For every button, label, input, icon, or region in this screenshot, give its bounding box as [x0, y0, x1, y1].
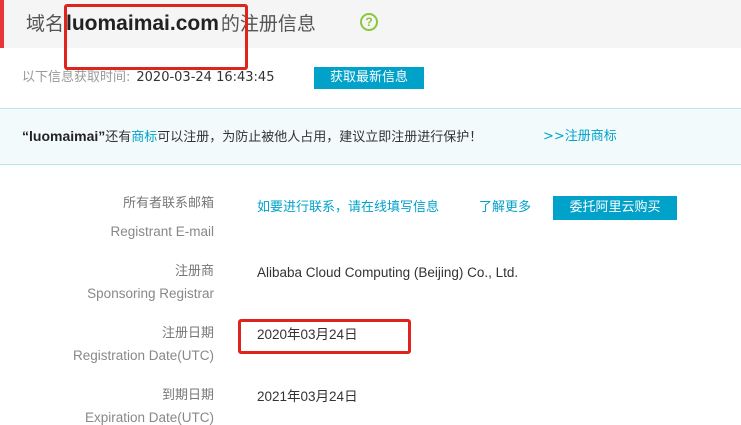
- expiration-date-value: 2021年03月24日: [257, 389, 358, 404]
- title-prefix: 域名: [26, 13, 65, 35]
- registration-date-label: 注册日期 Registration Date(UTC): [73, 323, 214, 367]
- label-cn: 到期日期: [161, 388, 214, 403]
- label-en: Registrant E-mail: [110, 224, 214, 239]
- domain-info-page: 域名luomaimai.com 的注册信息 ? 以下信息获取时间: 2020-03-…: [0, 0, 741, 425]
- label-en: Registration Date(UTC): [72, 348, 214, 363]
- domain-highlight-box: [64, 4, 248, 70]
- header-accent-bar: [0, 0, 4, 48]
- learn-more-link[interactable]: 了解更多: [479, 198, 531, 218]
- notice-text-before: 还有: [105, 130, 132, 145]
- notice-domain: “luomaimai”: [22, 128, 106, 144]
- register-trademark-link[interactable]: >>注册商标: [543, 109, 617, 164]
- entrust-aliyun-buy-button[interactable]: 委托阿里云购买: [553, 196, 677, 220]
- label-cn: 注册日期: [161, 326, 214, 341]
- registration-date-highlight-box: [238, 319, 411, 354]
- fetch-time-value: 2020-03-24 16:43:45: [136, 70, 275, 85]
- fetch-time-label: 以下信息获取时间:: [22, 70, 131, 85]
- label-en: Sponsoring Registrar: [87, 286, 214, 301]
- trademark-notice: “luomaimai”还有商标可以注册，为防止被他人占用，建议立即注册进行保护！…: [0, 108, 741, 165]
- trademark-link[interactable]: 商标: [131, 130, 157, 145]
- contact-online-link[interactable]: 如要进行联系，请在线填写信息: [257, 198, 439, 218]
- label-en: Expiration Date(UTC): [84, 410, 214, 425]
- notice-text-after: 可以注册，为防止被他人占用，建议立即注册进行保护！: [157, 130, 483, 145]
- registrar-value: Alibaba Cloud Computing (Beijing) Co., L…: [257, 265, 519, 280]
- refresh-info-button[interactable]: 获取最新信息: [314, 67, 424, 89]
- label-cn: 所有者联系邮箱: [122, 196, 214, 211]
- registrar-label: 注册商 Sponsoring Registrar: [87, 261, 214, 305]
- help-icon[interactable]: ?: [360, 13, 378, 31]
- fetch-time-row: 以下信息获取时间: 2020-03-24 16:43:45: [22, 67, 274, 89]
- notice-text: “luomaimai”还有商标可以注册，为防止被他人占用，建议立即注册进行保护！: [22, 109, 482, 164]
- registrant-email-label: 所有者联系邮箱 Registrant E-mail: [110, 193, 214, 243]
- expiration-date-label: 到期日期 Expiration Date(UTC): [85, 385, 214, 425]
- label-cn: 注册商: [174, 264, 214, 279]
